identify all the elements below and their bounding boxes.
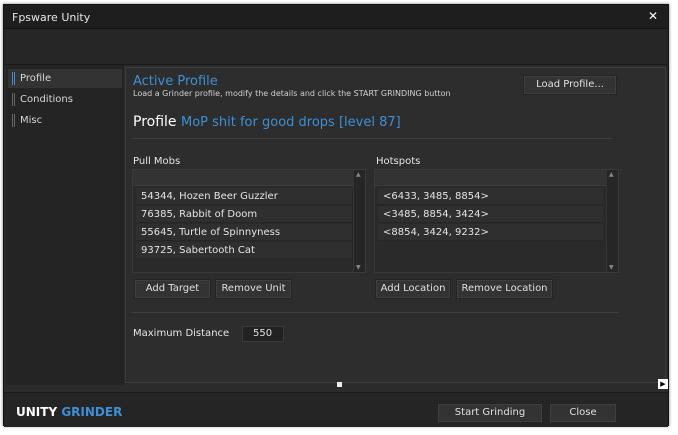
scroll-down-icon[interactable]: ▼: [609, 264, 614, 271]
pull-mobs-label: Pull Mobs: [133, 156, 181, 167]
pull-mobs-list[interactable]: 54344, Hozen Beer Guzzler 76385, Rabbit …: [132, 169, 366, 273]
hotspots-scrollbar[interactable]: ▲ ▼: [606, 170, 618, 272]
sidebar-item-misc[interactable]: Misc: [8, 111, 122, 130]
remove-unit-button[interactable]: Remove Unit: [215, 279, 292, 299]
brand-word-grinder: GRINDER: [61, 405, 123, 419]
brand-word-unity: UNITY: [16, 405, 58, 419]
profile-panel: Active Profile Load a Grinder profile, m…: [125, 67, 666, 383]
profile-label: Profile: [133, 114, 177, 130]
list-item[interactable]: 76385, Rabbit of Doom: [136, 206, 352, 223]
add-location-button[interactable]: Add Location: [375, 279, 451, 299]
active-profile-title: Active Profile: [133, 74, 218, 89]
list-header: [375, 170, 606, 186]
scroll-right-icon[interactable]: ▶: [658, 379, 668, 389]
list-item[interactable]: <6433, 3485, 8854>: [378, 188, 603, 205]
sidebar-item-conditions[interactable]: Conditions: [8, 90, 122, 109]
active-profile-description: Load a Grinder profile, modify the detai…: [133, 89, 451, 98]
list-header: [133, 170, 353, 186]
profile-name: MoP shit for good drops [level 87]: [180, 115, 401, 130]
scroll-thumb[interactable]: [337, 382, 342, 387]
load-profile-button[interactable]: Load Profile...: [523, 75, 617, 95]
close-button[interactable]: Close: [549, 403, 617, 423]
divider: [132, 312, 619, 313]
horizontal-scrollbar[interactable]: ▶: [125, 379, 670, 390]
nav-marker-icon: [12, 72, 15, 85]
remove-location-button[interactable]: Remove Location: [456, 279, 553, 299]
footer: UNITY GRINDER Start Grinding Close: [4, 392, 668, 427]
close-icon[interactable]: ✕: [648, 9, 658, 23]
list-item[interactable]: 55645, Turtle of Spinnyness: [136, 224, 352, 241]
sidebar: Profile Conditions Misc: [6, 65, 124, 385]
list-item[interactable]: 93725, Sabertooth Cat: [136, 242, 352, 259]
sidebar-item-label: Profile: [20, 73, 52, 84]
sidebar-item-label: Conditions: [20, 94, 73, 105]
nav-marker-icon: [12, 114, 15, 127]
nav-marker-icon: [12, 93, 15, 106]
start-grinding-button[interactable]: Start Grinding: [437, 403, 543, 423]
pull-mobs-scrollbar[interactable]: ▲ ▼: [353, 170, 365, 272]
max-distance-input[interactable]: 550: [242, 326, 284, 342]
sidebar-item-label: Misc: [20, 115, 43, 126]
hotspots-list[interactable]: <6433, 3485, 8854> <3485, 8854, 3424> <8…: [374, 169, 619, 273]
profile-row: Profile MoP shit for good drops [level 8…: [133, 114, 401, 130]
app-window: Fpsware Unity ✕ Profile Conditions Misc …: [3, 4, 670, 427]
divider: [132, 138, 612, 139]
brand-logo: UNITY GRINDER: [16, 405, 122, 419]
list-item[interactable]: <8854, 3424, 9232>: [378, 224, 603, 241]
add-target-button[interactable]: Add Target: [134, 279, 211, 299]
list-item[interactable]: 54344, Hozen Beer Guzzler: [136, 188, 352, 205]
scroll-up-icon[interactable]: ▲: [609, 171, 614, 178]
list-item[interactable]: <3485, 8854, 3424>: [378, 206, 603, 223]
scroll-up-icon[interactable]: ▲: [356, 171, 361, 178]
scroll-down-icon[interactable]: ▼: [356, 264, 361, 271]
toolbar-strip: [4, 29, 668, 65]
hotspots-label: Hotspots: [376, 156, 421, 167]
max-distance-label: Maximum Distance: [133, 328, 230, 339]
title-bar[interactable]: Fpsware Unity ✕: [4, 5, 668, 29]
sidebar-item-profile[interactable]: Profile: [8, 69, 122, 88]
window-title: Fpsware Unity: [12, 11, 91, 24]
